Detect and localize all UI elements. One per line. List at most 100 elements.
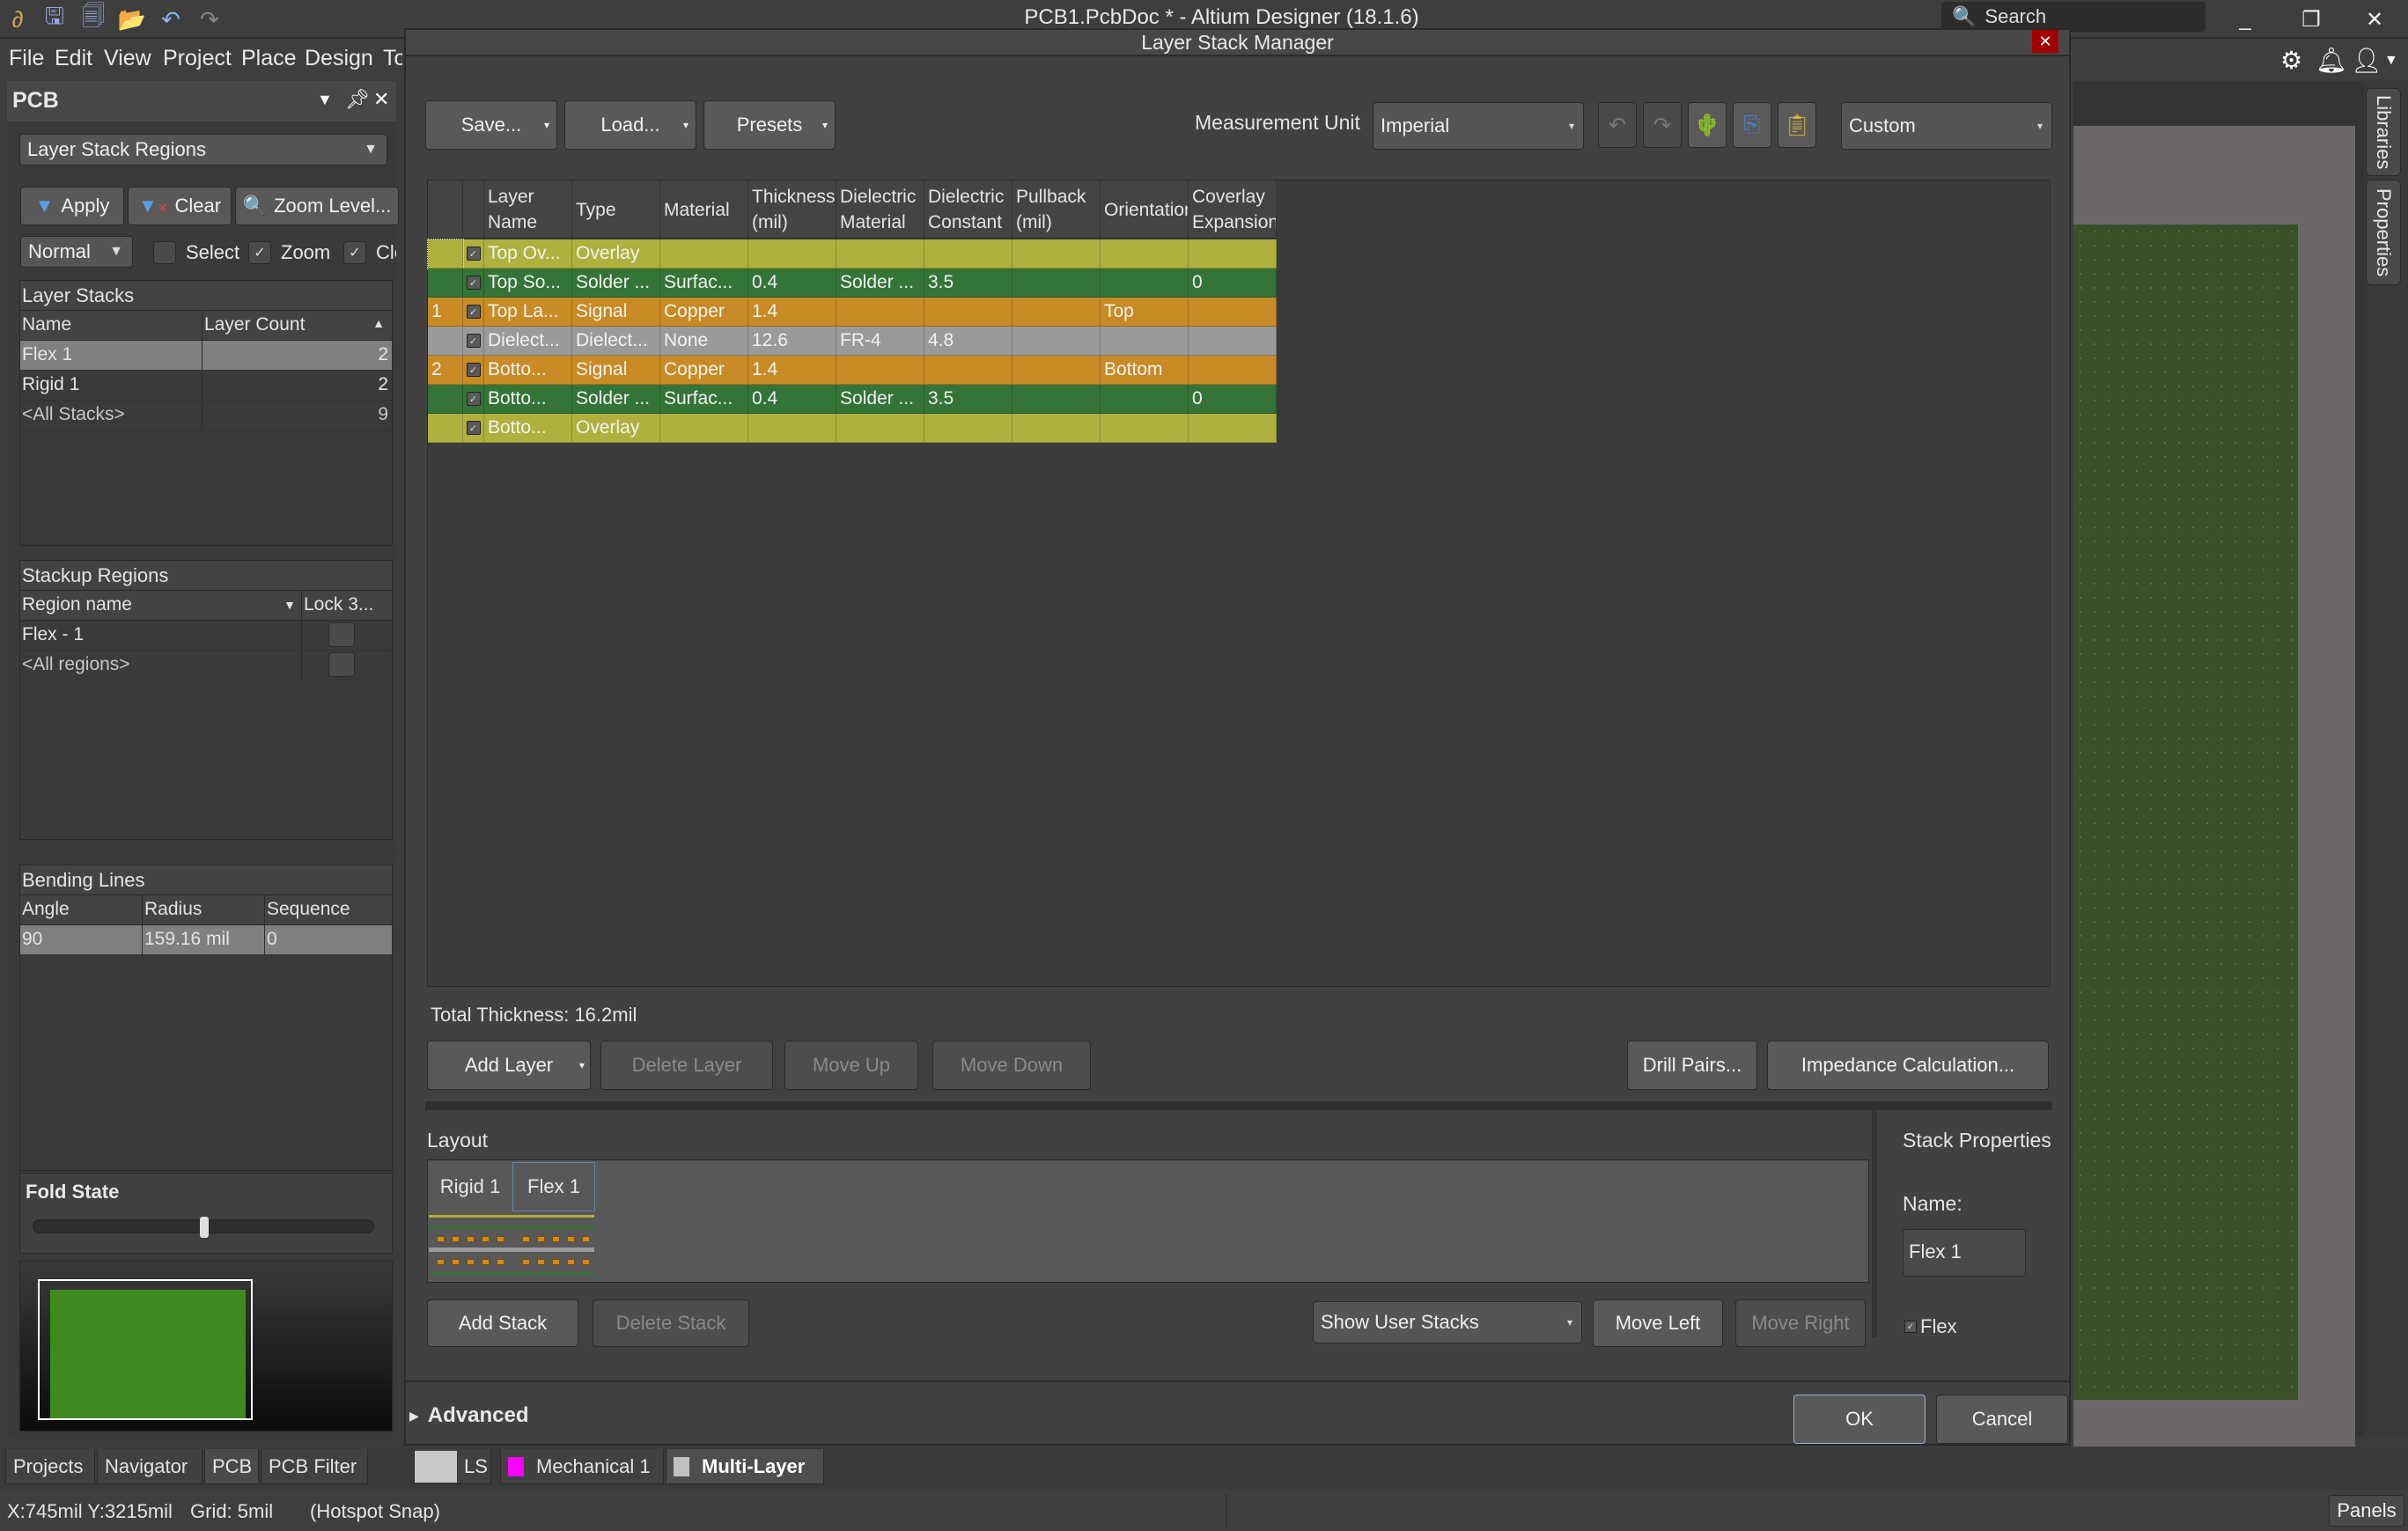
layer-row[interactable]: ✓ Botto... Overlay <box>428 414 1277 443</box>
delete-stack-button[interactable]: Delete Stack <box>593 1299 749 1347</box>
col-layer-name[interactable]: Layer Name <box>484 180 572 239</box>
layer-stack-row[interactable]: <All Stacks> 9 <box>20 401 392 431</box>
select-checkbox[interactable] <box>153 241 176 264</box>
panel-menu-icon[interactable]: ▼ <box>317 91 333 109</box>
col-orientation[interactable]: Orientation <box>1101 180 1189 239</box>
save-button[interactable]: Save... ▾ <box>425 100 557 150</box>
menu-place[interactable]: Place <box>241 46 297 71</box>
col-coverlay-expansion[interactable]: Coverlay Expansion <box>1189 180 1277 239</box>
apply-button[interactable]: ▼ Apply <box>20 187 124 225</box>
restore-button[interactable]: ❐ <box>2289 4 2333 35</box>
col-material[interactable]: Material <box>660 180 748 239</box>
layer-enabled-checkbox[interactable]: ✓ <box>466 363 481 377</box>
menu-project[interactable]: Project <box>163 46 232 71</box>
col-dielectric-material[interactable]: Dielectric Material <box>836 180 924 239</box>
layer-tab-mechanical-1[interactable]: Mechanical 1 <box>500 1449 664 1484</box>
lock-3d-checkbox[interactable] <box>328 622 355 647</box>
layer-enabled-checkbox[interactable]: ✓ <box>466 276 481 290</box>
tab-navigator[interactable]: Navigator <box>97 1449 203 1484</box>
col-region-name[interactable]: Region name ▼ <box>20 591 302 620</box>
cancel-button[interactable]: Cancel <box>1936 1395 2068 1444</box>
col-radius[interactable]: Radius <box>143 895 265 924</box>
advanced-toggle[interactable]: ▶ Advanced <box>409 1403 528 1428</box>
tab-pcb[interactable]: PCB <box>204 1449 259 1484</box>
col-num[interactable] <box>428 180 463 239</box>
menu-file[interactable]: File <box>9 46 44 71</box>
bending-line-row[interactable]: 90 159.16 mil 0 <box>20 925 392 955</box>
cell-enabled[interactable]: ✓ <box>463 356 484 385</box>
stack-filter-dropdown[interactable]: Show User Stacks ▾ <box>1313 1301 1582 1343</box>
add-stack-button[interactable]: Add Stack <box>427 1299 578 1347</box>
user-icon[interactable]: 👤︎ <box>2351 46 2382 75</box>
layer-enabled-checkbox[interactable]: ✓ <box>466 305 481 319</box>
load-button[interactable]: Load... ▾ <box>564 100 696 150</box>
layer-enabled-checkbox[interactable]: ✓ <box>466 247 481 261</box>
cell-enabled[interactable]: ✓ <box>463 385 484 414</box>
col-type[interactable]: Type <box>572 180 660 239</box>
layer-enabled-checkbox[interactable]: ✓ <box>466 392 481 406</box>
col-sequence[interactable]: Sequence <box>265 895 392 924</box>
menu-tools[interactable]: To <box>383 46 402 71</box>
layer-row[interactable]: ✓ Top So... Solder ... Surfac... 0.4 Solder .… <box>428 269 1277 298</box>
splitter[interactable] <box>425 1101 2052 1110</box>
cell-enabled[interactable]: ✓ <box>463 327 484 356</box>
copy-icon[interactable]: ⎘ <box>1733 102 1771 148</box>
move-right-button[interactable]: Move Right <box>1735 1299 1866 1347</box>
move-left-button[interactable]: Move Left <box>1593 1299 1723 1347</box>
col-layer-count[interactable]: Layer Count ▲ <box>203 311 392 340</box>
stackup-region-row[interactable]: Flex - 1 <box>20 621 392 651</box>
col-name[interactable]: Name <box>20 311 203 340</box>
zoom-checkbox[interactable]: ✓ <box>248 241 271 264</box>
layer-tab-ls[interactable]: LS <box>414 1449 491 1484</box>
dialog-close-button[interactable]: ✕ <box>2032 30 2058 53</box>
layer-enabled-checkbox[interactable]: ✓ <box>466 421 481 435</box>
clear-button[interactable]: ▼✕ Clear <box>128 187 232 225</box>
stack-tab-flex-1[interactable]: Flex 1 <box>512 1162 595 1211</box>
tab-projects[interactable]: Projects <box>5 1449 95 1484</box>
col-dielectric-constant[interactable]: Dielectric Constant <box>924 180 1013 239</box>
fold-state-slider-thumb[interactable] <box>200 1217 209 1238</box>
filter-mode-dropdown[interactable]: Normal ▼ <box>20 236 133 268</box>
close-panel-icon[interactable]: ✕ <box>373 88 389 111</box>
paste-icon[interactable]: 📋︎ <box>1778 102 1816 148</box>
stack-name-input[interactable]: Flex 1 <box>1903 1229 2026 1277</box>
user-menu-caret-icon[interactable]: ▼ <box>2384 53 2398 69</box>
measurement-unit-dropdown[interactable]: Imperial ▾ <box>1373 102 1584 150</box>
menu-view[interactable]: View <box>104 46 151 71</box>
panel-mode-dropdown[interactable]: Layer Stack Regions ▼ <box>19 134 387 166</box>
3d-view-icon[interactable]: 🌵 <box>1688 102 1727 148</box>
properties-tab[interactable]: Properties <box>2366 180 2401 285</box>
delete-layer-button[interactable]: Delete Layer <box>600 1041 773 1090</box>
col-enabled[interactable] <box>463 180 484 239</box>
col-angle[interactable]: Angle <box>20 895 143 924</box>
fold-state-slider[interactable] <box>33 1217 374 1238</box>
tab-pcb-filter[interactable]: PCB Filter <box>261 1449 368 1484</box>
layer-row[interactable]: 1 ✓ Top La... Signal Copper 1.4 Top <box>428 298 1277 327</box>
search-box[interactable]: 🔍 Search <box>1941 2 2205 32</box>
presets-button[interactable]: Presets ▾ <box>703 100 836 150</box>
menu-edit[interactable]: Edit <box>55 46 92 71</box>
col-lock[interactable]: Lock 3... <box>302 591 392 620</box>
flex-checkbox[interactable]: ✓ <box>1904 1321 1917 1333</box>
stackup-region-row[interactable]: <All regions> <box>20 651 392 681</box>
drill-pairs-button[interactable]: Drill Pairs... <box>1627 1041 1757 1090</box>
move-up-button[interactable]: Move Up <box>784 1041 918 1090</box>
layer-row[interactable]: ✓ Botto... Solder ... Surfac... 0.4 Solder ..… <box>428 385 1277 414</box>
gear-icon[interactable]: ⚙ <box>2280 46 2302 75</box>
cell-enabled[interactable]: ✓ <box>463 414 484 443</box>
minimize-button[interactable]: _ <box>2223 4 2267 35</box>
pin-icon[interactable]: 📌︎ <box>345 88 370 111</box>
cell-enabled[interactable]: ✓ <box>463 269 484 298</box>
lock-3d-checkbox[interactable] <box>328 652 355 677</box>
zoom-level-button[interactable]: 🔍 Zoom Level... <box>235 187 399 225</box>
board-preview[interactable] <box>19 1261 393 1432</box>
add-layer-button[interactable]: Add Layer ▾ <box>427 1041 591 1090</box>
stack-tab-rigid-1[interactable]: Rigid 1 <box>430 1162 511 1211</box>
layer-stack-row[interactable]: Rigid 1 2 <box>20 371 392 401</box>
layer-enabled-checkbox[interactable]: ✓ <box>466 334 481 348</box>
panels-button[interactable]: Panels <box>2329 1495 2404 1527</box>
layer-stack-row[interactable]: Flex 1 2 <box>20 341 392 371</box>
close-button[interactable]: ✕ <box>2353 4 2397 35</box>
bell-icon[interactable]: 🔔︎ <box>2316 46 2347 75</box>
col-thickness[interactable]: Thickness (mil) <box>748 180 836 239</box>
